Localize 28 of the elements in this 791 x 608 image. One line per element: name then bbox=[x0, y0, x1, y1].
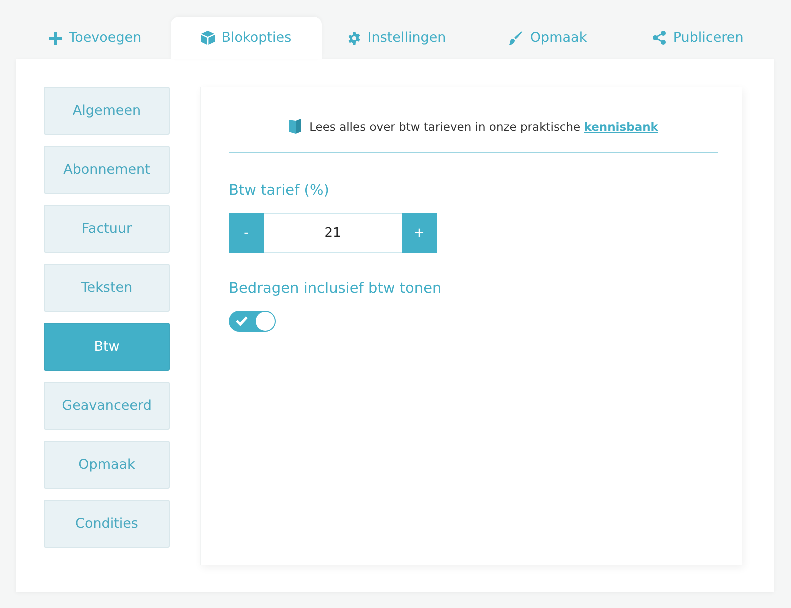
share-icon bbox=[653, 31, 666, 45]
tab[interactable]: Blokopties bbox=[170, 17, 322, 59]
increment-button[interactable]: + bbox=[402, 213, 437, 253]
tab[interactable]: Toevoegen bbox=[20, 17, 171, 59]
check-icon bbox=[236, 316, 248, 326]
sidebar-item[interactable]: Opmaak bbox=[44, 441, 170, 489]
sidebar-item[interactable]: Geavanceerd bbox=[44, 382, 170, 430]
gear-icon bbox=[348, 32, 361, 44]
sidebar-item[interactable]: Factuur bbox=[44, 205, 170, 253]
sidebar-item[interactable]: Condities bbox=[44, 500, 170, 548]
tab[interactable]: Publiceren bbox=[623, 17, 774, 59]
sidebar-item[interactable]: Abonnement bbox=[44, 146, 170, 194]
book-icon bbox=[288, 119, 301, 134]
brush-icon bbox=[508, 30, 524, 46]
decrement-button[interactable]: - bbox=[229, 213, 264, 253]
cube-icon bbox=[200, 31, 215, 45]
tab[interactable]: Instellingen bbox=[322, 17, 472, 59]
sidebar-item[interactable]: Btw bbox=[44, 323, 170, 371]
tab[interactable]: Opmaak bbox=[472, 17, 624, 59]
info-text: Lees alles over btw tarieven in onze praktische kennisbank bbox=[310, 120, 658, 134]
toggle-switch[interactable] bbox=[229, 311, 276, 332]
sidebar-item[interactable]: Teksten bbox=[44, 264, 170, 312]
rate-input[interactable]: 21 bbox=[264, 213, 402, 253]
inclusive-label: Bedragen inclusief btw tonen bbox=[229, 281, 443, 297]
knowledge-base-link[interactable]: kennisbank bbox=[584, 120, 658, 134]
plus-icon bbox=[49, 32, 62, 44]
rate-label: Btw tarief (%) bbox=[229, 183, 330, 199]
sidebar-item[interactable]: Algemeen bbox=[44, 87, 170, 135]
